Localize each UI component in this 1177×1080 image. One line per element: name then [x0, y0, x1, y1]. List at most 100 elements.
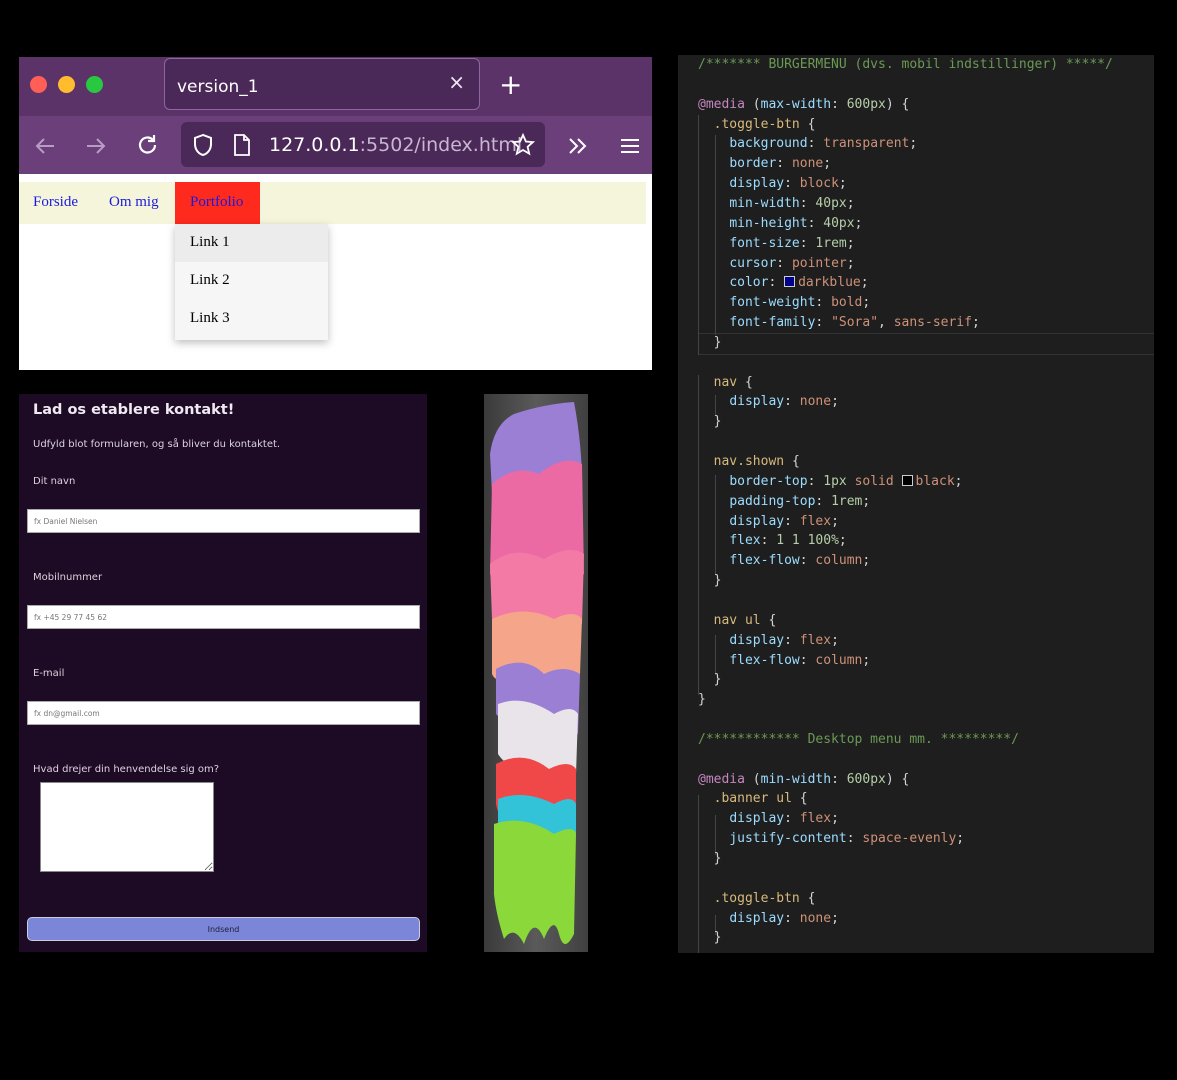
code-token: column — [815, 553, 863, 569]
painting-drips — [484, 394, 588, 952]
minimize-window-button[interactable] — [58, 76, 75, 93]
code-token: } — [698, 930, 722, 946]
shield-icon[interactable] — [192, 133, 214, 157]
browser-tab[interactable]: version_1 × — [164, 58, 480, 110]
code-token: : — [815, 493, 832, 509]
code-token: padding-top — [729, 493, 816, 509]
message-textarea[interactable] — [40, 782, 214, 872]
close-window-button[interactable] — [30, 76, 47, 93]
browser-window: version_1 × + 127.0.0.1:5502/index.html … — [19, 57, 652, 370]
code-token: "Sora" — [831, 315, 879, 331]
code-line: @media (min-width: 600px) { — [698, 770, 909, 790]
code-line: display: none; — [698, 909, 839, 929]
code-line: cursor: pointer; — [698, 254, 855, 274]
code-token: ; — [862, 553, 871, 569]
page-icon — [234, 134, 250, 156]
forward-icon[interactable] — [83, 133, 109, 159]
phone-input[interactable] — [27, 605, 420, 629]
code-token: ; — [838, 176, 847, 192]
nav-link-portfolio[interactable]: Portfolio — [175, 182, 260, 224]
page-viewport: Forside Om mig Portfolio Link 1 Link 2 L… — [19, 174, 652, 370]
code-line: .toggle-btn { — [698, 889, 816, 909]
url-text[interactable]: 127.0.0.1:5502/index.html — [269, 134, 522, 156]
active-line-highlight — [698, 333, 1154, 355]
hamburger-menu-icon[interactable] — [617, 133, 643, 159]
code-line: } — [698, 333, 722, 353]
code-token: flex — [799, 811, 832, 827]
code-token: : — [815, 295, 832, 311]
submit-button[interactable]: Indsend — [27, 917, 420, 941]
code-token: max-width — [760, 96, 832, 112]
code-token: ; — [954, 473, 963, 489]
code-line: .toggle-btn { — [698, 115, 816, 135]
code-token: font-weight — [729, 295, 816, 311]
code-token: : — [784, 513, 800, 529]
code-line: } — [698, 849, 722, 869]
code-line: } — [698, 412, 722, 432]
bookmark-star-icon[interactable] — [511, 133, 535, 157]
code-line: color: darkblue; — [698, 273, 868, 293]
code-line: .banner ul { — [698, 789, 808, 809]
code-token: black — [915, 473, 955, 489]
code-editor[interactable]: /******* BURGERMENU (dvs. mobil indstill… — [678, 55, 1154, 953]
code-line: border: none; — [698, 154, 831, 174]
code-line: } — [698, 928, 722, 948]
maximize-window-button[interactable] — [86, 76, 103, 93]
code-token: ; — [831, 811, 839, 827]
nav-link-forside[interactable]: Forside — [33, 194, 78, 211]
contact-form: Lad os etablere kontakt! Udfyld blot for… — [19, 394, 427, 952]
url-bar[interactable]: 127.0.0.1:5502/index.html — [181, 122, 545, 167]
browser-toolbar: 127.0.0.1:5502/index.html — [19, 116, 652, 174]
code-line: padding-top: 1rem; — [698, 492, 870, 512]
color-swatch-icon — [784, 276, 796, 288]
code-token: .toggle-btn — [713, 116, 808, 132]
code-token: 40px — [815, 195, 847, 211]
new-tab-button[interactable]: + — [499, 71, 522, 99]
code-token: { — [807, 116, 816, 132]
dropdown-link-3[interactable]: Link 3 — [190, 310, 230, 327]
code-token: ; — [971, 315, 980, 331]
code-line: min-width: 40px; — [698, 194, 854, 214]
code-token: : — [784, 910, 800, 926]
tab-title: version_1 — [177, 77, 259, 97]
reload-icon[interactable] — [135, 133, 161, 159]
dropdown-link-2[interactable]: Link 2 — [190, 272, 230, 289]
name-input[interactable] — [27, 509, 420, 533]
chevrons-right-icon[interactable] — [565, 133, 591, 159]
code-token: } — [698, 573, 722, 589]
nav-link-om-mig[interactable]: Om mig — [109, 194, 159, 211]
code-token: solid — [854, 473, 902, 489]
code-token: border — [729, 156, 777, 172]
code-token: flex-flow — [729, 553, 800, 569]
email-input[interactable] — [27, 701, 420, 725]
code-token: ; — [846, 255, 855, 271]
back-icon[interactable] — [32, 133, 58, 159]
dropdown-link-1[interactable]: Link 1 — [190, 234, 230, 251]
code-token: display — [729, 513, 785, 529]
code-line: flex-flow: column; — [698, 551, 870, 571]
code-token: , — [878, 315, 894, 331]
code-line: } — [698, 571, 722, 591]
code-line: nav.shown { — [698, 452, 800, 472]
code-token: min-width — [760, 771, 832, 787]
code-token: nav ul — [713, 612, 769, 628]
code-token: : — [784, 176, 800, 192]
code-token: 40px — [823, 215, 855, 231]
code-token: ; — [831, 394, 839, 410]
code-token: column — [815, 652, 863, 668]
code-token: space-evenly — [862, 831, 957, 847]
code-token: flex-flow — [729, 652, 800, 668]
code-line: nav { — [698, 373, 753, 393]
tab-close-icon[interactable]: × — [448, 72, 465, 92]
